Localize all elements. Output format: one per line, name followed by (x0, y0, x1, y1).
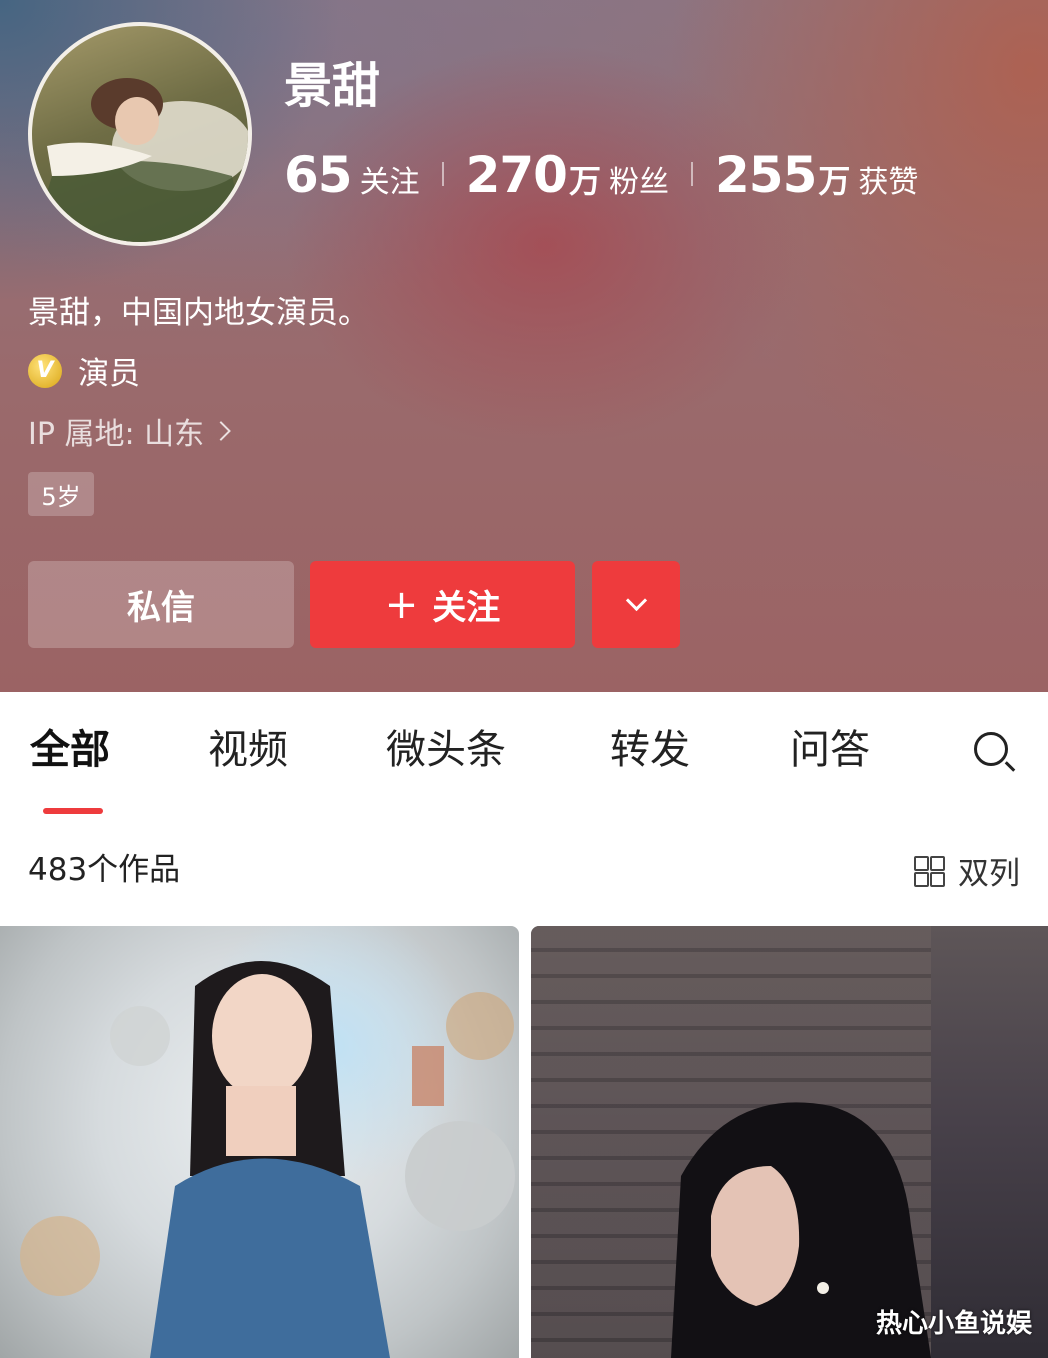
avatar-photo-icon (32, 78, 248, 242)
photo-image (20, 961, 515, 1358)
work-thumbnail[interactable] (0, 926, 519, 1358)
stat-followers-unit: 万 (568, 162, 601, 200)
stat-following-label: 关注 (359, 165, 420, 200)
tab-micro-headline[interactable]: 微头条 (386, 722, 506, 778)
verified-badge-icon: V (28, 353, 62, 388)
ip-location[interactable]: IP 属地: 山东 (28, 409, 232, 453)
stat-followers[interactable]: 270 万 粉丝 (466, 146, 669, 204)
follow-button-label: 关注 (432, 588, 501, 628)
stat-likes[interactable]: 255 万 获赞 (715, 146, 918, 204)
plus-icon: + (384, 581, 419, 628)
works-header: 483个作品 双列 (0, 822, 1048, 926)
stat-following-value: 65 (284, 146, 353, 204)
tab-all[interactable]: 全部 (30, 722, 110, 778)
profile-bio: 景甜，中国内地女演员。 (28, 295, 369, 331)
more-actions-button[interactable] (592, 561, 680, 648)
stat-likes-value: 255 (714, 146, 817, 204)
stat-divider (690, 162, 693, 186)
profile-name: 景甜 (284, 58, 381, 114)
tab-active-indicator (43, 808, 103, 814)
tab-repost[interactable]: 转发 (610, 722, 690, 778)
chevron-down-icon (625, 589, 647, 612)
chevron-right-icon (211, 421, 232, 441)
layout-toggle-label: 双列 (958, 856, 1020, 892)
stat-followers-label: 粉丝 (608, 165, 669, 200)
work-thumbnail[interactable]: 热心小鱼说娱 (531, 926, 1048, 1358)
tab-qa[interactable]: 问答 (790, 722, 870, 778)
grid-icon (914, 855, 945, 887)
stat-divider (441, 162, 444, 186)
stat-likes-label: 获赞 (858, 165, 919, 200)
message-button[interactable]: 私信 (28, 561, 294, 648)
stat-followers-value: 270 (465, 146, 568, 204)
avatar[interactable] (28, 22, 252, 246)
profile-stats: 65 关注 270 万 粉丝 255 万 获赞 (284, 146, 918, 204)
watermark: 热心小鱼说娱 (875, 1309, 1032, 1339)
works-count: 483个作品 (28, 852, 181, 888)
follow-button[interactable]: + 关注 (310, 561, 575, 648)
search-icon[interactable] (974, 732, 1008, 766)
tab-video[interactable]: 视频 (208, 722, 288, 778)
photo-image (671, 1102, 931, 1358)
stat-likes-unit: 万 (818, 162, 851, 200)
profile-header: 景甜 65 关注 270 万 粉丝 255 万 获赞 景甜，中国内地女演员。 V… (0, 0, 1048, 692)
certification-label: 演员 (78, 356, 140, 392)
certification: V 演员 (28, 348, 140, 393)
age-tag: 5岁 (28, 472, 94, 516)
stat-following[interactable]: 65 关注 (284, 146, 420, 204)
ip-location-label: IP 属地: 山东 (28, 417, 205, 452)
content-tabs: 全部 视频 微头条 转发 问答 (0, 692, 1048, 822)
layout-toggle-button[interactable]: 双列 (914, 848, 1020, 893)
